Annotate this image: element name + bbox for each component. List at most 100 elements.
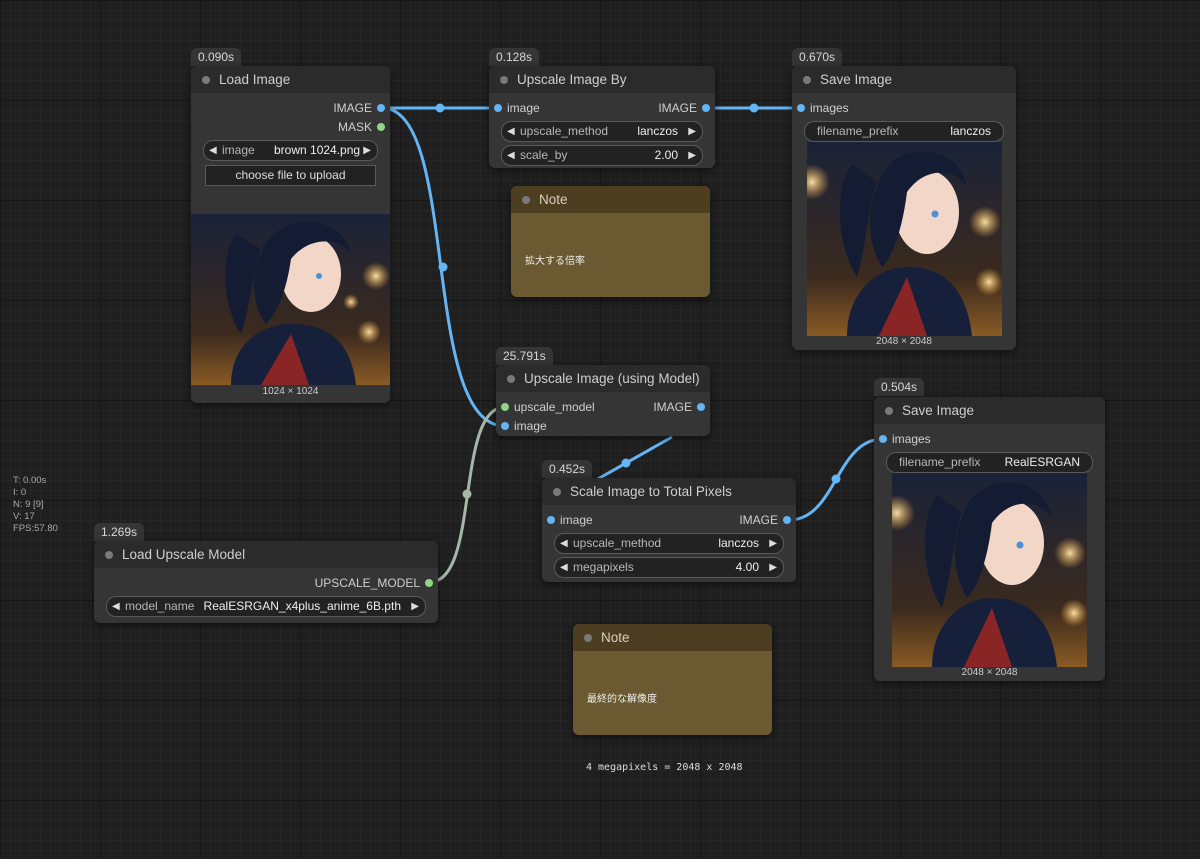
widget-name: upscale_method — [573, 536, 662, 550]
node-title-bar[interactable]: Upscale Image (using Model) — [496, 365, 710, 392]
node-title: Load Image — [219, 72, 291, 87]
slot-label: UPSCALE_MODEL — [314, 576, 420, 590]
input-dot-icon[interactable] — [547, 516, 555, 524]
save-image-node[interactable]: Save Image images filename_prefix RealES… — [874, 397, 1105, 681]
output-slot-upscale-model[interactable]: UPSCALE_MODEL — [94, 574, 438, 593]
node-title: Load Upscale Model — [122, 547, 246, 562]
arrow-right-icon[interactable]: ▶ — [769, 534, 777, 553]
node-title-bar[interactable]: Upscale Image By — [489, 66, 715, 93]
input-slot-images[interactable]: images — [792, 99, 1016, 118]
timing-badge: 0.504s — [874, 378, 925, 396]
note-node[interactable]: Note 最終的な解像度 — [573, 624, 772, 735]
image-preview — [191, 214, 390, 385]
arrow-right-icon[interactable]: ▶ — [688, 146, 696, 165]
collapse-dot-icon[interactable] — [522, 196, 530, 204]
model-name-widget[interactable]: ◀ model_name RealESRGAN_x4plus_anime_6B.… — [106, 596, 426, 617]
scale-by-widget[interactable]: ◀ scale_by 2.00 ▶ — [501, 145, 703, 166]
canvas-stats: T: 0.00s I: 0 N: 9 [9] V: 17 FPS:57.80 — [13, 475, 58, 535]
widget-value: RealESRGAN_x4plus_anime_6B.pth — [203, 599, 401, 613]
node-title-bar[interactable]: Save Image — [792, 66, 1016, 93]
arrow-left-icon[interactable]: ◀ — [560, 558, 568, 577]
upscale-image-by-node[interactable]: Upscale Image By image IMAGE ◀ upscale_m… — [489, 66, 715, 168]
widget-value: lanczos — [718, 536, 759, 550]
stat-line: N: 9 [9] — [13, 499, 44, 510]
output-slot-image[interactable]: IMAGE — [191, 99, 390, 118]
slot-label: IMAGE — [653, 400, 692, 414]
upscale-method-widget[interactable]: ◀ upscale_method lanczos ▶ — [501, 121, 703, 142]
node-title-bar[interactable]: Note — [511, 186, 710, 213]
upscale-method-widget[interactable]: ◀ upscale_method lanczos ▶ — [554, 533, 784, 554]
timing-badge: 0.670s — [792, 48, 843, 66]
image-preview — [807, 142, 1002, 336]
node-title-bar[interactable]: Load Upscale Model — [94, 541, 438, 568]
slot-label: image — [560, 513, 593, 527]
save-image-node[interactable]: Save Image images filename_prefix lanczo… — [792, 66, 1016, 350]
stat-line: T: 0.00s — [13, 475, 47, 486]
collapse-dot-icon[interactable] — [553, 488, 561, 496]
collapse-dot-icon[interactable] — [584, 634, 592, 642]
image-preview — [892, 473, 1087, 667]
slot-label: IMAGE — [333, 101, 372, 115]
node-title-bar[interactable]: Save Image — [874, 397, 1105, 424]
arrow-right-icon[interactable]: ▶ — [688, 122, 696, 141]
arrow-left-icon[interactable]: ◀ — [209, 141, 217, 160]
load-upscale-model-node[interactable]: Load Upscale Model UPSCALE_MODEL ◀ model… — [94, 541, 438, 623]
output-dot-icon[interactable] — [697, 403, 705, 411]
node-title: Scale Image to Total Pixels — [570, 484, 732, 499]
note-text[interactable]: 拡大する倍率 — [525, 252, 585, 267]
arrow-right-icon[interactable]: ▶ — [769, 558, 777, 577]
collapse-dot-icon[interactable] — [803, 76, 811, 84]
widget-value: RealESRGAN — [1004, 455, 1080, 469]
image-combo-widget[interactable]: ◀ image brown 1024.png ▶ — [203, 140, 378, 161]
collapse-dot-icon[interactable] — [885, 407, 893, 415]
input-slot-image[interactable]: image — [496, 417, 710, 436]
widget-name: megapixels — [573, 560, 634, 574]
timing-badge: 25.791s — [496, 347, 553, 365]
slot-label: images — [892, 432, 931, 446]
filename-prefix-field[interactable]: filename_prefix lanczos — [804, 121, 1004, 142]
input-dot-icon[interactable] — [797, 104, 805, 112]
stat-line: V: 17 — [13, 511, 35, 522]
output-dot-icon[interactable] — [377, 104, 385, 112]
arrow-left-icon[interactable]: ◀ — [507, 146, 515, 165]
slot-label: IMAGE — [739, 513, 778, 527]
output-slot-mask[interactable]: MASK — [191, 118, 390, 137]
filename-prefix-field[interactable]: filename_prefix RealESRGAN — [886, 452, 1093, 473]
note-node[interactable]: Note 拡大する倍率 — [511, 186, 710, 297]
arrow-right-icon[interactable]: ▶ — [411, 597, 419, 616]
upload-button[interactable]: choose file to upload — [205, 165, 376, 186]
io-slot-row[interactable]: image IMAGE — [489, 99, 715, 118]
io-slot-row[interactable]: image IMAGE — [542, 511, 796, 530]
stat-line: FPS:57.80 — [13, 523, 58, 534]
input-slot-images[interactable]: images — [874, 430, 1105, 449]
output-dot-icon[interactable] — [702, 104, 710, 112]
node-title-bar[interactable]: Scale Image to Total Pixels — [542, 478, 796, 505]
output-dot-icon[interactable] — [425, 579, 433, 587]
input-dot-icon[interactable] — [879, 435, 887, 443]
load-image-node[interactable]: Load Image IMAGE MASK ◀ image brown 1024… — [191, 66, 390, 403]
node-title-bar[interactable]: Note — [573, 624, 772, 651]
collapse-dot-icon[interactable] — [500, 76, 508, 84]
node-title-bar[interactable]: Load Image — [191, 66, 390, 93]
wire-load-to-upscalemodel — [381, 106, 506, 428]
timing-badge: 0.452s — [542, 460, 593, 478]
scale-image-to-total-pixels-node[interactable]: Scale Image to Total Pixels image IMAGE … — [542, 478, 796, 582]
arrow-left-icon[interactable]: ◀ — [560, 534, 568, 553]
arrow-left-icon[interactable]: ◀ — [112, 597, 120, 616]
input-dot-icon[interactable] — [501, 422, 509, 430]
note-text[interactable]: 最終的な解像度 — [587, 690, 657, 705]
input-dot-icon[interactable] — [501, 403, 509, 411]
io-slot-row[interactable]: upscale_model IMAGE — [496, 398, 710, 417]
collapse-dot-icon[interactable] — [202, 76, 210, 84]
widget-value: brown 1024.png — [274, 143, 361, 157]
collapse-dot-icon[interactable] — [507, 375, 515, 383]
arrow-left-icon[interactable]: ◀ — [507, 122, 515, 141]
megapixels-widget[interactable]: ◀ megapixels 4.00 ▶ — [554, 557, 784, 578]
arrow-right-icon[interactable]: ▶ — [363, 141, 371, 160]
upscale-image-using-model-node[interactable]: Upscale Image (using Model) upscale_mode… — [496, 365, 710, 436]
collapse-dot-icon[interactable] — [105, 551, 113, 559]
slot-label: image — [514, 419, 547, 433]
output-dot-icon[interactable] — [377, 123, 385, 131]
input-dot-icon[interactable] — [494, 104, 502, 112]
output-dot-icon[interactable] — [783, 516, 791, 524]
